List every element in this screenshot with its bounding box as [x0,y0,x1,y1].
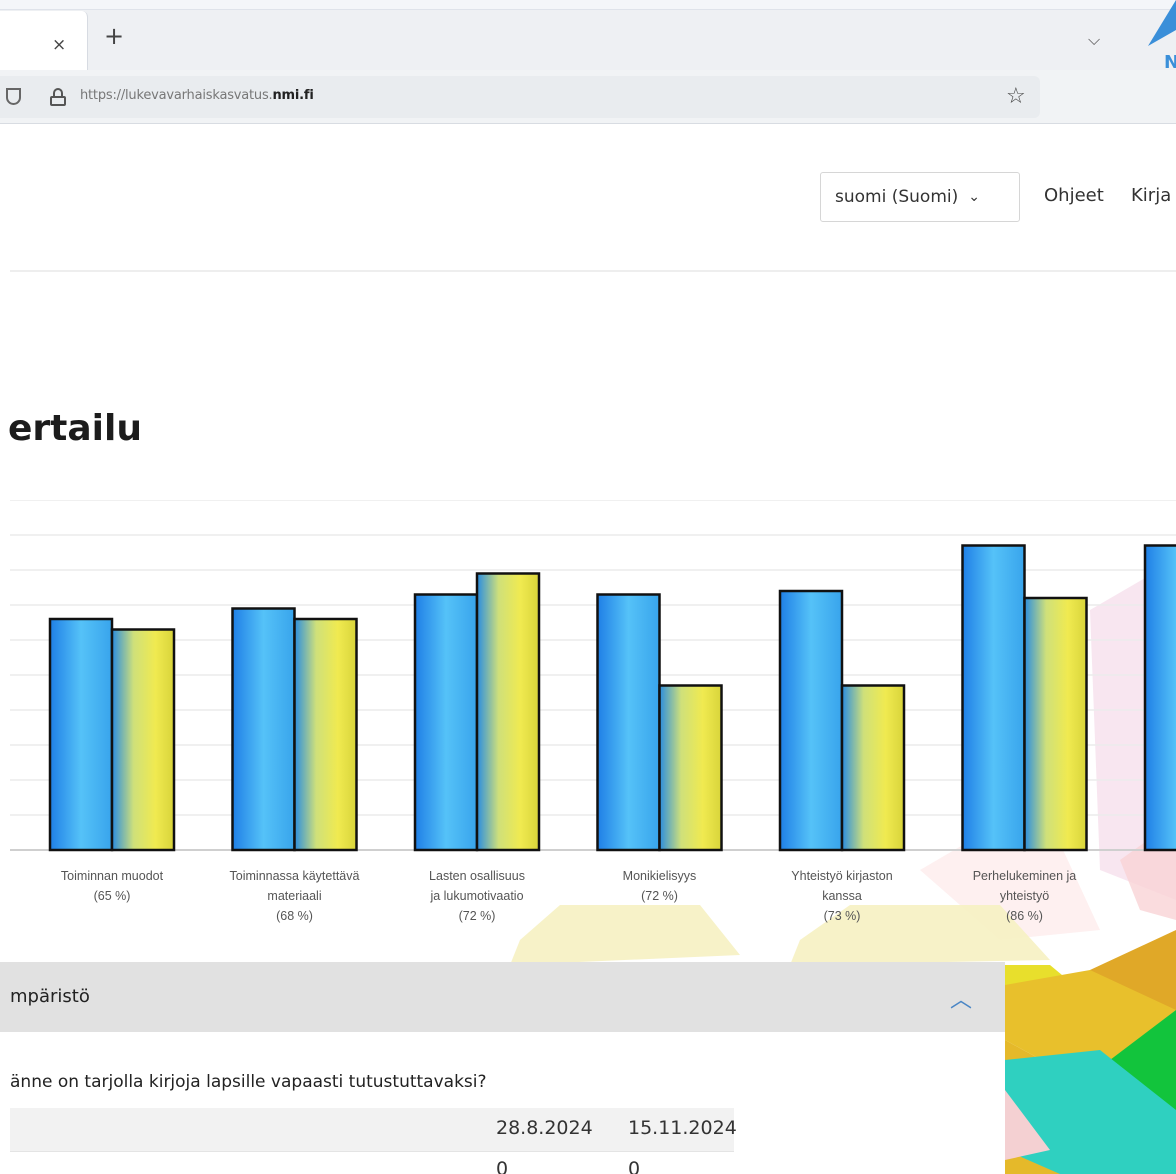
chart-x-tick-label: Monikielisyys (72 %) [622,869,697,903]
chevron-down-icon: ⌄ [968,189,980,205]
tracking-shield-icon[interactable] [6,88,21,105]
chart-bar-series-1 [1143,544,1176,852]
column-header-date-2: 15.11.2024 [628,1117,737,1139]
table-cell-value-1: 0 [496,1158,509,1174]
tab-list-chevron-icon[interactable]: ⌵ [1088,30,1100,50]
corner-logo-icon [1148,0,1176,46]
nav-link-kirja[interactable]: Kirja [1131,185,1171,206]
chart-x-tick-label: Toiminnassa käytettävä materiaali (68 %) [229,869,360,923]
accordion-header[interactable]: mpäristö ︿ [0,962,1005,1032]
chart-bar-series-2 [293,617,358,852]
accordion-title: mpäristö [10,986,90,1007]
url-text[interactable]: https://lukevavarhaiskasvatus.nmi.fi [80,88,314,103]
address-bar[interactable]: https://lukevavarhaiskasvatus.nmi.fi ☆ [0,76,1040,118]
language-select[interactable]: suomi (Suomi) ⌄ [820,172,1020,222]
column-header-date-1: 28.8.2024 [496,1117,593,1139]
language-select-value: suomi (Suomi) [835,187,959,207]
question-text: änne on tarjolla kirjoja lapsille vapaas… [10,1072,487,1092]
environment-accordion: mpäristö ︿ änne on tarjolla kirjoja laps… [0,962,1005,1174]
page-title: ertailu [8,408,142,449]
table-header-row: 28.8.2024 15.11.2024 [10,1108,737,1152]
bookmark-star-icon[interactable]: ☆ [1006,84,1026,109]
chart-bar-series-2 [1023,596,1088,852]
chart-x-tick-label: Lasten osallisuus ja lukumotivaatio (72 %) [429,869,525,923]
chart-bar-series-1 [48,617,114,852]
tab-strip-border [0,0,1176,10]
chart-bar-series-1 [231,607,296,852]
comparison-bar-chart: Toiminnan muodot (65 %) Toiminnassa käytet… [0,499,1176,970]
browser-toolbar: https://lukevavarhaiskasvatus.nmi.fi ☆ [0,70,1176,124]
chart-bar-series-1 [778,589,844,852]
chart-x-tick-label: Toiminnan muodot (65 %) [60,869,164,903]
chart-bar-series-1 [413,593,479,852]
active-tab[interactable]: × [0,11,88,71]
answer-table: 28.8.2024 15.11.2024 0 0 [10,1108,737,1174]
browser-tab-strip: × + ⌵ N [0,0,1176,73]
chart-x-tick-label: Su [1117,866,1176,886]
chart-x-tick-label: Yhteistyö kirjaston kanssa (73 %) [791,869,893,923]
chart-bar-series-2 [658,684,723,852]
chevron-up-icon[interactable]: ︿ [950,982,972,1014]
lock-icon[interactable] [50,88,66,106]
chart-bar-series-2 [475,572,541,852]
new-tab-button[interactable]: + [104,24,124,48]
header-divider [10,270,1176,272]
nav-link-ohjeet[interactable]: Ohjeet [1044,185,1104,206]
close-tab-icon[interactable]: × [52,37,66,54]
chart-bar-series-1 [596,593,661,852]
chart-bar-series-1 [961,544,1026,852]
chart-bar-series-2 [110,628,176,852]
chart-bar-series-2 [840,684,906,852]
chart-x-tick-label: Perhelukeminen ja yhteistyö (86 %) [972,869,1077,923]
table-cell-value-2: 0 [628,1158,641,1174]
